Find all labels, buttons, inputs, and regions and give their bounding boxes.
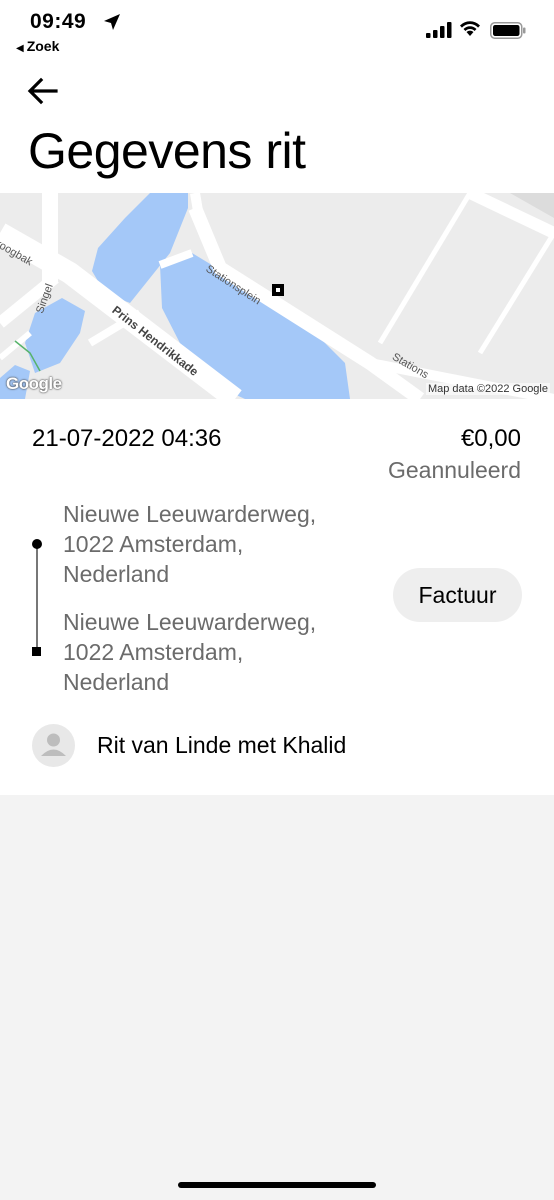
back-arrow-icon[interactable] <box>26 76 60 106</box>
avatar <box>32 724 75 767</box>
pickup-dot-icon <box>32 539 42 549</box>
wifi-icon <box>460 21 480 36</box>
location-arrow-icon <box>104 14 120 30</box>
dropoff-address: Nieuwe Leeuwarderweg, 1022 Amsterdam, Ne… <box>63 607 316 697</box>
google-logo: Google <box>6 374 62 393</box>
trip-datetime: 21-07-2022 04:36 <box>32 425 222 452</box>
invoice-button[interactable]: Factuur <box>393 568 522 622</box>
map-attribution[interactable]: Map data ©2022 Google <box>425 383 550 395</box>
page-header: Gegevens rit <box>0 62 554 193</box>
route-map[interactable]: Stationsplein Singel Prins Hendrikkade r… <box>0 193 554 399</box>
pickup-city: 1022 Amsterdam, <box>63 531 244 557</box>
dropoff-street: Nieuwe Leeuwarderweg, <box>63 609 317 635</box>
rider-info: Rit van Linde met Khalid <box>97 732 347 758</box>
trip-status: Geannuleerd <box>388 457 521 483</box>
cellular-signal-icon <box>426 22 452 38</box>
battery-icon <box>490 22 526 39</box>
page-title: Gegevens rit <box>28 123 306 179</box>
person-icon <box>41 733 66 756</box>
pickup-street: Nieuwe Leeuwarderweg, <box>63 501 317 527</box>
status-time: 09:49 <box>30 10 87 33</box>
route-line <box>36 546 38 652</box>
home-indicator[interactable] <box>178 1182 376 1188</box>
dropoff-square-icon <box>32 647 41 656</box>
pickup-country: Nederland <box>63 561 170 587</box>
back-triangle-icon: ◀ <box>16 43 24 54</box>
dropoff-city: 1022 Amsterdam, <box>63 639 244 665</box>
trip-details: 21-07-2022 04:36 €0,00 Geannuleerd Nieuw… <box>0 399 554 795</box>
map-canvas <box>0 193 554 399</box>
back-app-label: Zoek <box>26 38 60 54</box>
back-to-app-link[interactable]: ◀ Zoek <box>16 38 59 54</box>
trip-price: €0,00 <box>460 425 521 452</box>
pickup-address: Nieuwe Leeuwarderweg, 1022 Amsterdam, Ne… <box>63 499 316 589</box>
dropoff-country: Nederland <box>63 669 170 695</box>
status-bar: 09:49 ◀ Zoek <box>0 0 554 62</box>
